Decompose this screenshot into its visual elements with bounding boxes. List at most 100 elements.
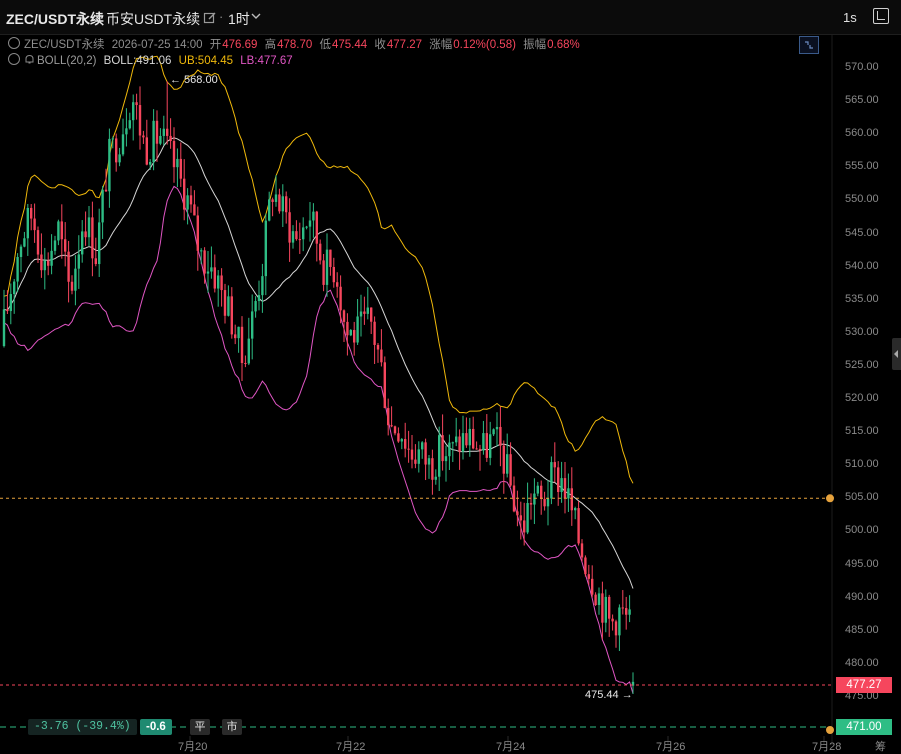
candle-body [213, 267, 216, 289]
visibility-icon[interactable] [8, 53, 20, 65]
candle-body [254, 301, 257, 312]
candle-body [482, 433, 485, 451]
x-tick-label: 7月26 [656, 741, 686, 753]
candle-body [580, 543, 584, 558]
axis-collapse-handle[interactable] [892, 338, 901, 370]
candle-body [478, 448, 482, 451]
candle-body [485, 433, 488, 458]
chart-app: ZEC/USDT永续 币安USDT永续 · 1时 1s ZEC/USDT永续 2… [0, 0, 901, 753]
timeframe-selector[interactable]: 1时 [228, 9, 250, 29]
top-toolbar: ZEC/USDT永续 币安USDT永续 · 1时 1s [0, 0, 901, 35]
boll-name[interactable]: BOLL(20,2) [37, 55, 96, 67]
x-tick-label: 7月28 [812, 741, 842, 753]
candle-body [563, 478, 567, 499]
candle-body [206, 271, 210, 274]
legend-datetime: 2026-07-25 14:00 [111, 39, 203, 51]
edit-icon[interactable] [203, 11, 217, 25]
candle-body [237, 326, 240, 339]
candle-body [444, 456, 448, 462]
candle-body [302, 227, 305, 240]
candle-body [40, 254, 43, 271]
fullscreen-icon[interactable] [873, 8, 889, 24]
y-tick-label: 510.00 [845, 458, 879, 471]
candle-body [356, 316, 359, 343]
boll-lower-value: LB:477.67 [240, 55, 293, 67]
alert-handle [826, 494, 834, 503]
last-price-tag: 477.27 [836, 677, 892, 693]
change-label: 涨幅 [429, 39, 453, 51]
candle-body [43, 260, 46, 271]
close-position-button[interactable]: 平 [190, 719, 210, 735]
candle-body [621, 607, 624, 609]
candle-body [74, 268, 77, 291]
position-pnl: -3.76 (-39.4%) [28, 719, 137, 735]
candle-body [608, 596, 611, 619]
candle-body [523, 520, 526, 533]
open-label: 开 [209, 39, 222, 51]
candle-body [465, 433, 468, 446]
high-value: 478.70 [277, 39, 313, 51]
candle-body [315, 211, 318, 244]
candle-body [421, 442, 424, 450]
candle-body [451, 442, 454, 444]
candle-body [172, 141, 176, 168]
candle-body [611, 618, 614, 622]
bell-icon[interactable] [24, 54, 35, 65]
candle-body [587, 574, 590, 579]
candle-body [257, 295, 261, 302]
candle-body [128, 120, 131, 129]
candle-body [312, 211, 315, 221]
candle-body [166, 128, 169, 136]
candle-body [271, 199, 274, 202]
screenshot-icon[interactable] [799, 36, 819, 54]
candle-body [519, 515, 522, 521]
candle-body [36, 230, 40, 255]
candle-body [142, 135, 145, 138]
ohlc-legend: ZEC/USDT永续 2026-07-25 14:00 开476.69 高478… [8, 36, 584, 52]
candle-body [329, 249, 332, 267]
candle-body [115, 138, 118, 163]
chevron-down-icon[interactable] [250, 10, 262, 22]
candle-body [407, 448, 410, 450]
candle-body [101, 189, 104, 223]
symbol-title[interactable]: ZEC/USDT永续 [6, 9, 104, 29]
candle-body [553, 462, 556, 468]
axis-tail-label: 筹 [875, 741, 886, 753]
candle-body [77, 254, 80, 269]
candle-body [47, 260, 50, 266]
low-value: 475.44 [332, 39, 368, 51]
boll-upper-value: UB:504.45 [178, 55, 233, 67]
candle-body [240, 326, 244, 364]
candle-body [543, 498, 546, 507]
candlestick-chart[interactable] [0, 0, 901, 745]
candle-body [261, 276, 264, 296]
alert-price-tag[interactable]: 471.00 [836, 719, 892, 735]
refresh-interval[interactable]: 1s [843, 10, 857, 25]
candle-body [373, 321, 376, 345]
candle-body [9, 294, 12, 312]
y-tick-label: 515.00 [845, 425, 879, 438]
candle-body [155, 120, 159, 144]
visibility-icon[interactable] [8, 37, 20, 49]
candle-body [227, 296, 230, 316]
candle-body [410, 449, 414, 460]
boll-legend: BOLL(20,2) BOLL:491.06 UB:504.45 LB:477.… [8, 53, 297, 67]
candle-body [138, 105, 142, 136]
candle-body [526, 503, 529, 533]
candle-body [159, 135, 162, 144]
candle-body [30, 207, 33, 219]
candle-body [376, 344, 380, 350]
candle-body [319, 243, 322, 261]
y-tick-label: 505.00 [845, 491, 879, 504]
candle-body [81, 231, 84, 255]
candle-body [546, 498, 550, 507]
market-close-button[interactable]: 市 [222, 719, 242, 735]
candle-body [67, 251, 70, 282]
candle-body [33, 218, 36, 231]
candle-body [322, 260, 325, 285]
position-handle [826, 726, 834, 734]
candle-body [397, 433, 400, 442]
candle-body [339, 286, 342, 311]
candle-body [50, 250, 53, 266]
boll-mid-value: BOLL:491.06 [103, 55, 172, 67]
